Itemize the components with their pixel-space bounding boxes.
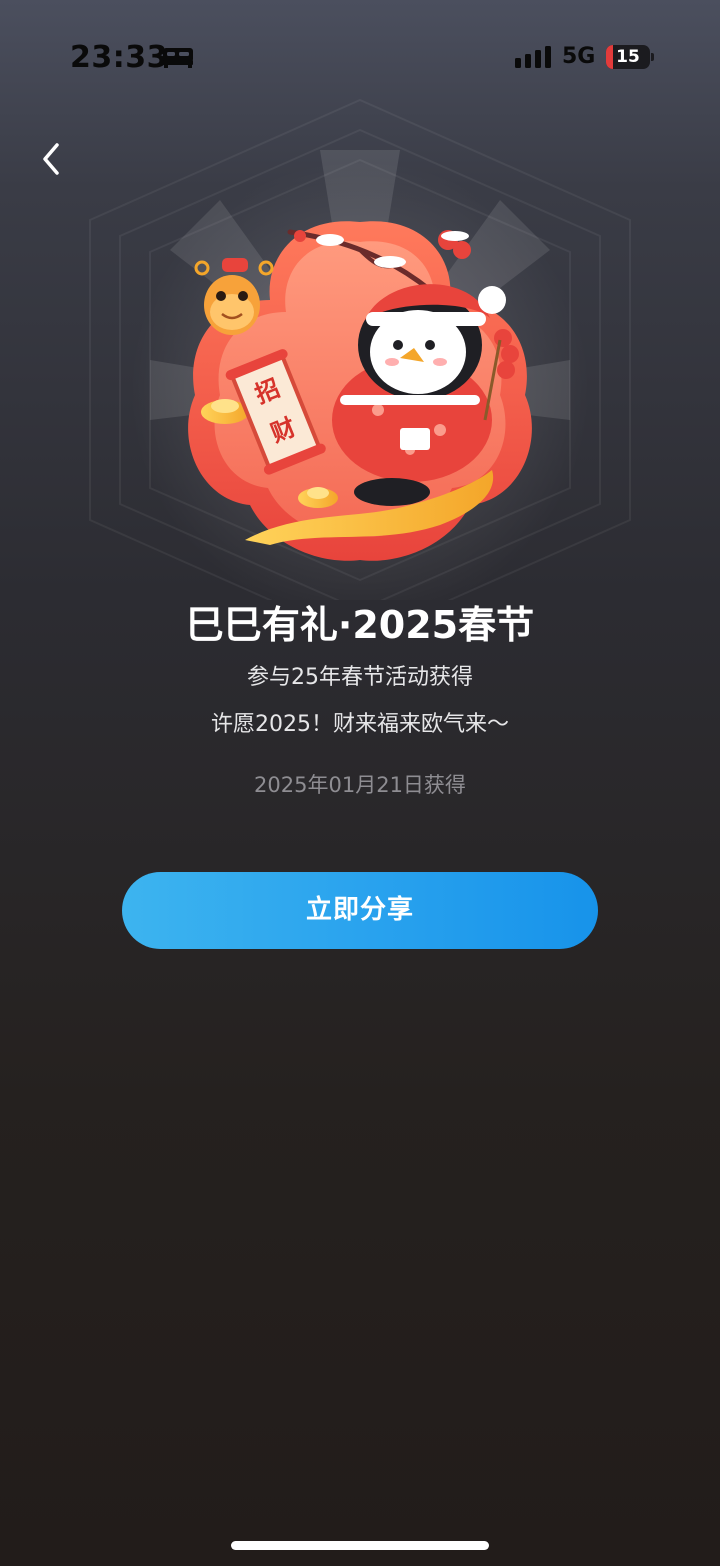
- obtained-date: 2025年01月21日获得: [254, 773, 466, 797]
- battery-percent: 15: [616, 47, 640, 67]
- home-indicator[interactable]: [231, 1541, 489, 1550]
- badge-description: 参与25年春节活动获得: [247, 665, 473, 690]
- share-button[interactable]: 立即分享: [122, 872, 598, 949]
- network-type: 5G: [562, 44, 596, 69]
- battery-nub: [651, 53, 654, 61]
- badge-illustration: 招 财: [0, 80, 720, 600]
- battery-icon: 15: [606, 45, 654, 69]
- battery-body: 15: [606, 45, 650, 69]
- cellular-signal-icon: [515, 46, 551, 68]
- status-time: 23:33: [70, 40, 168, 75]
- bed-icon: [162, 46, 194, 68]
- badge-wish-text: 许愿2025！财来福来欧气来～: [211, 712, 509, 737]
- badge-title: 巳巳有礼·2025春节: [185, 603, 535, 647]
